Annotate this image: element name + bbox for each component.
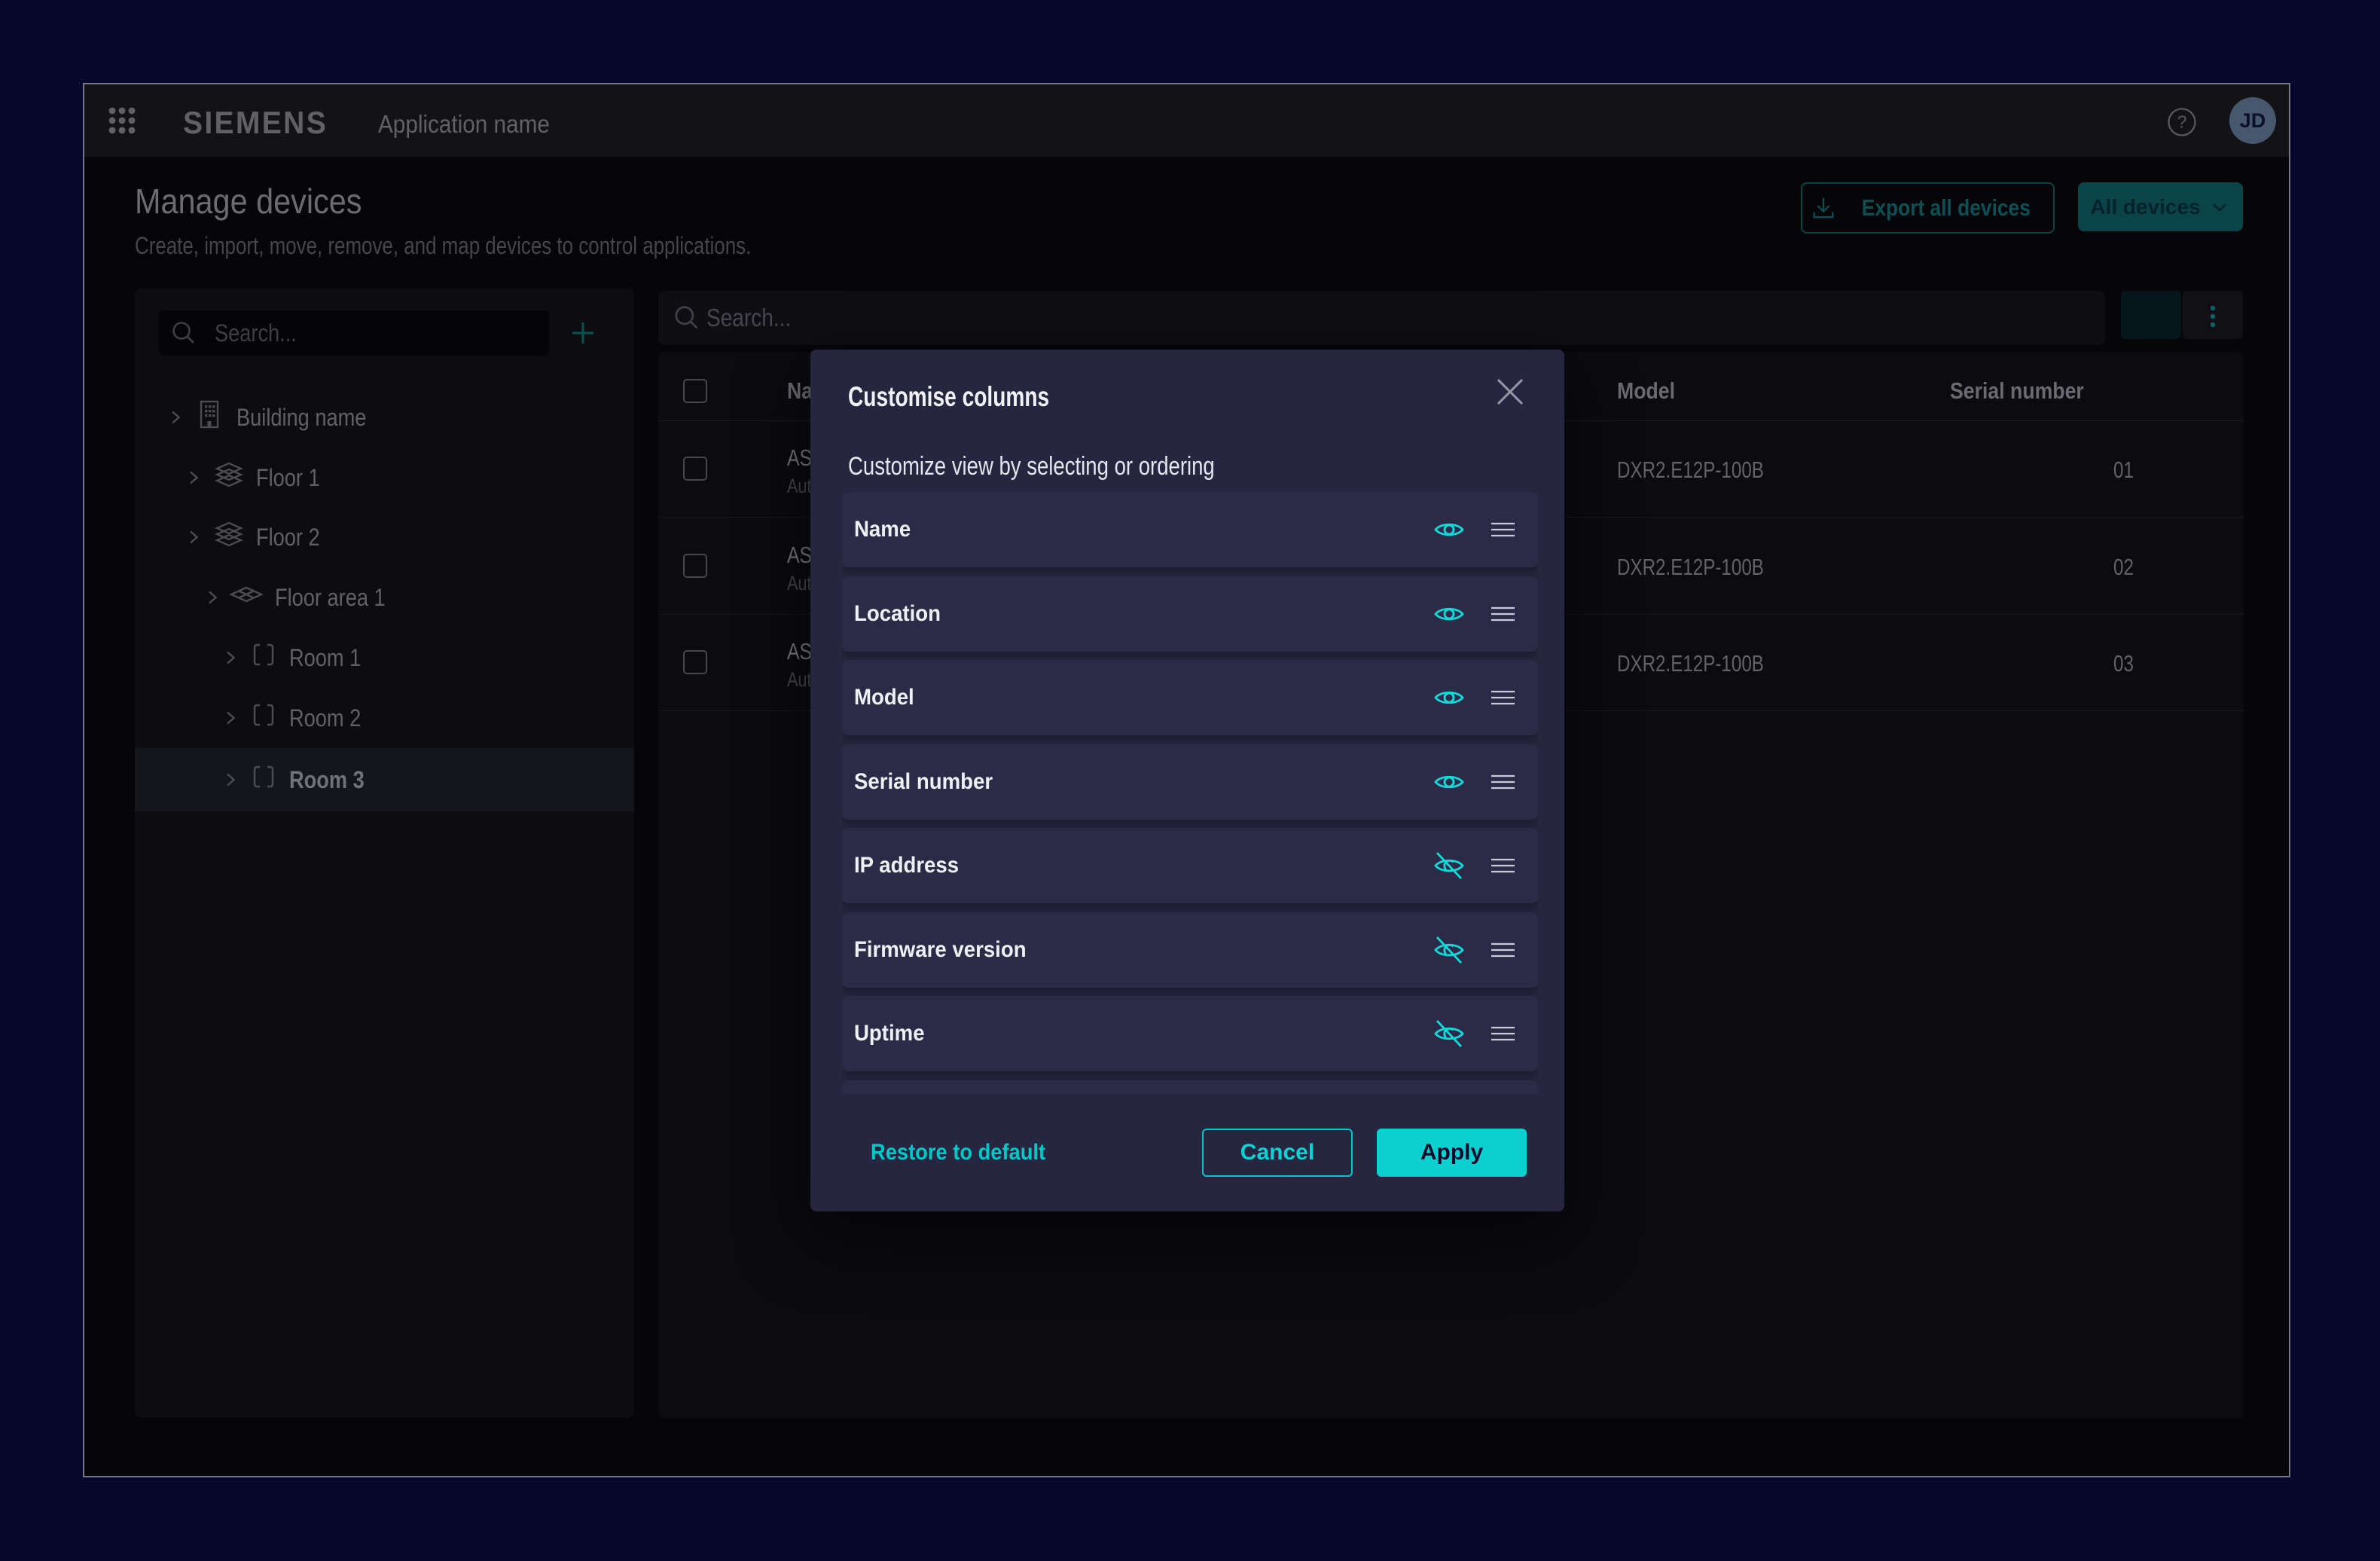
svg-text:?: ? (2177, 112, 2187, 132)
